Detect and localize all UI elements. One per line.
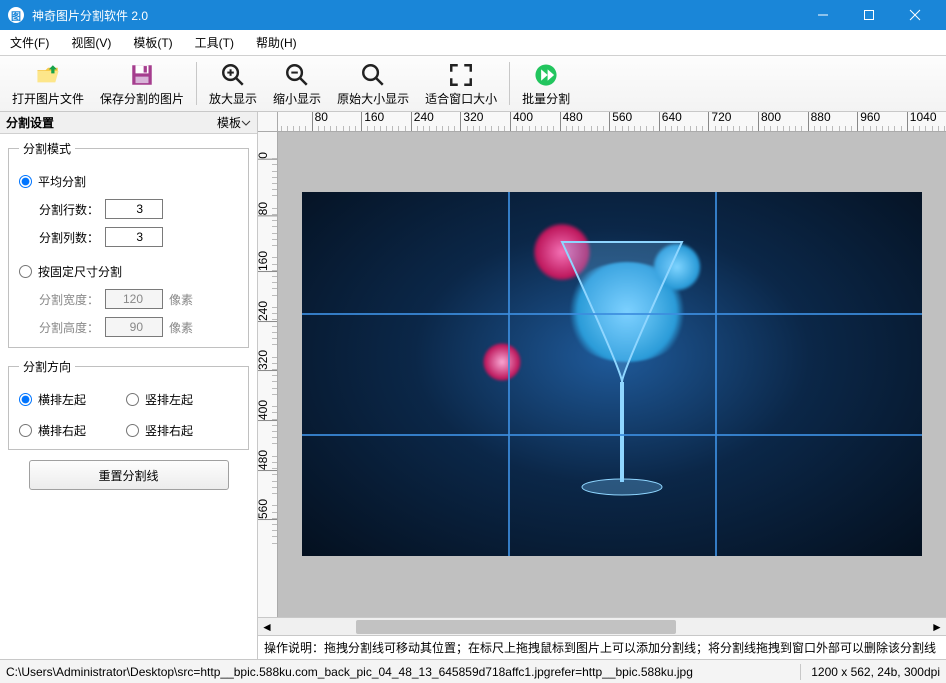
status-separator — [800, 664, 801, 680]
split-line-vertical[interactable] — [715, 192, 717, 556]
save-label: 保存分割的图片 — [100, 90, 184, 107]
zoom-in-button[interactable]: 放大显示 — [201, 58, 265, 109]
scroll-thumb[interactable] — [356, 620, 676, 634]
reset-lines-button[interactable]: 重置分割线 — [29, 460, 229, 490]
cols-row: 分割列数： — [39, 227, 238, 247]
title-bar: 图 神奇图片分割软件 2.0 — [0, 0, 946, 30]
average-split-label: 平均分割 — [38, 173, 86, 190]
split-line-vertical[interactable] — [508, 192, 510, 556]
scroll-track[interactable] — [276, 618, 928, 636]
open-file-label: 打开图片文件 — [12, 90, 84, 107]
glass-graphic — [552, 232, 692, 512]
save-icon — [129, 60, 155, 90]
ruler-top-row: 0801602403204004805606407208008809601040 — [258, 112, 946, 132]
menu-tools[interactable]: 工具(T) — [191, 32, 238, 53]
average-split-radio[interactable]: 平均分割 — [19, 173, 86, 190]
minimize-button[interactable] — [800, 0, 846, 30]
zoom-out-icon — [284, 60, 310, 90]
width-label: 分割宽度： — [39, 291, 99, 308]
folder-open-icon — [35, 60, 61, 90]
zoom-in-label: 放大显示 — [209, 90, 257, 107]
toolbar-separator — [509, 62, 510, 105]
fixed-size-radio[interactable]: 按固定尺寸分割 — [19, 263, 122, 280]
menu-view[interactable]: 视图(V) — [67, 32, 115, 53]
maximize-button[interactable] — [846, 0, 892, 30]
fixed-size-label: 按固定尺寸分割 — [38, 263, 122, 280]
direction-legend: 分割方向 — [19, 358, 75, 375]
menu-template[interactable]: 模板(T) — [129, 32, 176, 53]
fit-window-label: 适合窗口大小 — [425, 90, 497, 107]
main-area: 分割设置 模板 分割模式 平均分割 分割行数： 分割列数： — [0, 112, 946, 659]
width-row: 分割宽度： 像素 — [39, 289, 238, 309]
menu-bar: 文件(F) 视图(V) 模板(T) 工具(T) 帮助(H) — [0, 30, 946, 56]
zoom-out-label: 缩小显示 — [273, 90, 321, 107]
canvas-viewport[interactable] — [278, 132, 946, 617]
zoom-in-icon — [220, 60, 246, 90]
window-controls — [800, 0, 938, 30]
zoom-out-button[interactable]: 缩小显示 — [265, 58, 329, 109]
pixel-unit: 像素 — [169, 291, 193, 308]
scroll-right-button[interactable]: ► — [928, 618, 946, 636]
status-path: C:\Users\Administrator\Desktop\src=http_… — [6, 665, 790, 679]
chevron-down-icon — [241, 118, 251, 128]
original-size-button[interactable]: 原始大小显示 — [329, 58, 417, 109]
close-button[interactable] — [892, 0, 938, 30]
pixel-unit: 像素 — [169, 319, 193, 336]
canvas-main: 080160240320400480560 — [258, 132, 946, 617]
settings-panel: 分割设置 模板 分割模式 平均分割 分割行数： 分割列数： — [0, 112, 258, 659]
cols-label: 分割列数： — [39, 229, 99, 246]
vertical-ruler[interactable]: 080160240320400480560 — [258, 132, 278, 617]
height-row: 分割高度： 像素 — [39, 317, 238, 337]
width-input[interactable] — [105, 289, 163, 309]
toolbar-separator — [196, 62, 197, 105]
horizontal-scrollbar[interactable]: ◄ ► — [258, 617, 946, 635]
average-split-radio-input[interactable] — [19, 175, 32, 188]
magnifier-icon — [360, 60, 386, 90]
window-title: 神奇图片分割软件 2.0 — [32, 7, 800, 24]
settings-panel-header: 分割设置 模板 — [0, 112, 257, 134]
settings-panel-body: 分割模式 平均分割 分割行数： 分割列数： 按固定尺寸分割 — [0, 134, 257, 496]
split-mode-group: 分割模式 平均分割 分割行数： 分割列数： 按固定尺寸分割 — [8, 140, 249, 348]
rows-row: 分割行数： — [39, 199, 238, 219]
horizontal-ruler[interactable]: 0801602403204004805606407208008809601040 — [278, 112, 946, 132]
fixed-size-radio-input[interactable] — [19, 265, 32, 278]
ruler-corner — [258, 112, 278, 132]
toolbar: 打开图片文件 保存分割的图片 放大显示 缩小显示 原始大小显示 适合窗口大小 — [0, 56, 946, 112]
height-input[interactable] — [105, 317, 163, 337]
settings-panel-title: 分割设置 — [6, 114, 54, 131]
cols-input[interactable] — [105, 227, 163, 247]
direction-group: 分割方向 横排左起 竖排左起 横排右起 竖排右起 — [8, 358, 249, 450]
split-line-horizontal[interactable] — [302, 434, 922, 436]
h-left-radio[interactable]: 横排左起 — [19, 391, 86, 408]
rows-input[interactable] — [105, 199, 163, 219]
canvas-area: 0801602403204004805606407208008809601040… — [258, 112, 946, 659]
batch-label: 批量分割 — [522, 90, 570, 107]
app-icon: 图 — [8, 7, 24, 23]
status-info: 1200 x 562, 24b, 300dpi — [811, 665, 940, 679]
split-line-horizontal[interactable] — [302, 313, 922, 315]
original-size-label: 原始大小显示 — [337, 90, 409, 107]
template-dropdown-label: 模板 — [217, 114, 241, 131]
v-left-radio[interactable]: 竖排左起 — [126, 391, 193, 408]
status-bar: C:\Users\Administrator\Desktop\src=http_… — [0, 659, 946, 683]
fit-window-button[interactable]: 适合窗口大小 — [417, 58, 505, 109]
save-button[interactable]: 保存分割的图片 — [92, 58, 192, 109]
template-dropdown[interactable]: 模板 — [217, 114, 251, 131]
batch-icon — [533, 60, 559, 90]
open-file-button[interactable]: 打开图片文件 — [4, 58, 92, 109]
batch-button[interactable]: 批量分割 — [514, 58, 578, 109]
rows-label: 分割行数： — [39, 201, 99, 218]
v-right-radio[interactable]: 竖排右起 — [126, 422, 193, 439]
menu-file[interactable]: 文件(F) — [6, 32, 53, 53]
fit-icon — [448, 60, 474, 90]
hint-text: 操作说明：拖拽分割线可移动其位置；在标尺上拖拽鼠标到图片上可以添加分割线；将分割… — [264, 639, 936, 656]
image-stage[interactable] — [302, 192, 922, 556]
split-mode-legend: 分割模式 — [19, 140, 75, 157]
scroll-left-button[interactable]: ◄ — [258, 618, 276, 636]
hint-bar: 操作说明：拖拽分割线可移动其位置；在标尺上拖拽鼠标到图片上可以添加分割线；将分割… — [258, 635, 946, 659]
height-label: 分割高度： — [39, 319, 99, 336]
menu-help[interactable]: 帮助(H) — [252, 32, 301, 53]
h-right-radio[interactable]: 横排右起 — [19, 422, 86, 439]
